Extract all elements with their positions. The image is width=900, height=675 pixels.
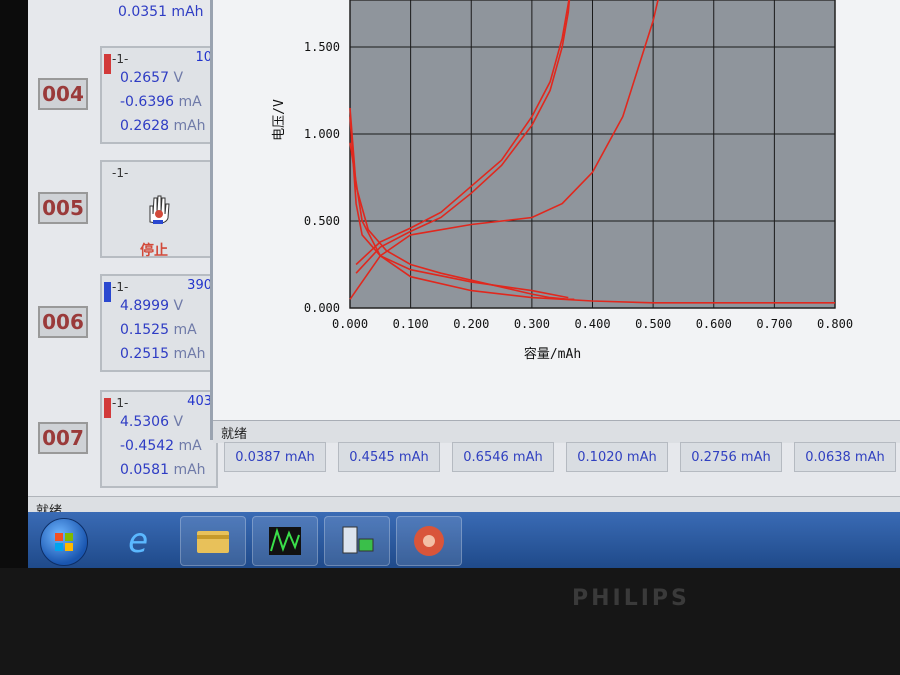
chart-app-icon[interactable] <box>252 516 318 566</box>
channel-id-007[interactable]: 007 <box>38 422 88 454</box>
screen: 0.0351 mAh 004 -1- 10 0.2657 V -0.6396 mA 0.2… <box>28 0 900 540</box>
x-tick-label: 0.100 <box>393 317 429 331</box>
reading-unit: V <box>173 298 184 314</box>
stop-status-label: 停止 <box>140 243 168 259</box>
reading-value: 0.2657 <box>120 70 169 86</box>
reading-unit: mA <box>173 322 197 338</box>
reading-value: -0.4542 <box>120 438 175 454</box>
monitor-brand-logo: PHILIPS <box>572 586 690 611</box>
reading-unit: mA <box>178 94 202 110</box>
channel-capacity-readout: 0.0387 mAh <box>224 442 326 472</box>
channel-current: -0.4542 mA <box>120 438 202 454</box>
voltage-capacity-chart: 0.000 0.100 0.200 0.300 0.400 0.500 0.600 0.700… <box>272 0 853 362</box>
taskbar: e <box>28 512 900 568</box>
channel-panel-006[interactable]: -1- 390 4.8999 V 0.1525 mA 0.2515 mAh <box>100 274 218 372</box>
reading-value: 0.2628 <box>120 118 169 134</box>
x-tick-label: 0.800 <box>817 317 853 331</box>
channel-panel-004[interactable]: -1- 10 0.2657 V -0.6396 mA 0.2628 mAh <box>100 46 218 144</box>
channel-capacity-readout: 0.4545 mAh <box>338 442 440 472</box>
channel-voltage: 4.8999 V <box>120 298 183 314</box>
network-app-icon[interactable] <box>324 516 390 566</box>
channel-title: -1- <box>112 280 129 294</box>
channel-capacity: 0.2628 mAh <box>120 118 206 134</box>
y-tick-label: 1.500 <box>304 40 340 54</box>
reading-unit: mAh <box>173 346 206 362</box>
x-tick-label: 0.200 <box>453 317 489 331</box>
x-tick-label: 0.500 <box>635 317 671 331</box>
reading-unit: V <box>173 70 184 86</box>
channel-title: -1- <box>112 166 129 180</box>
reading-unit: mA <box>178 438 202 454</box>
start-button[interactable] <box>40 518 88 566</box>
reading-value: 4.8999 <box>120 298 169 314</box>
chart-window-status-bar: 就绪 <box>213 420 900 443</box>
media-icon[interactable] <box>396 516 462 566</box>
channel-capacity: 0.2515 mAh <box>120 346 206 362</box>
reading-value: 0.0581 <box>120 462 169 478</box>
channel-current: 0.1525 mA <box>120 322 197 338</box>
channel-title: -1- <box>112 396 129 410</box>
reading-unit: V <box>173 414 184 430</box>
y-axis-label: 电压/V <box>272 99 287 141</box>
channel-capacity-readout: 0.0638 mAh <box>794 442 896 472</box>
reading-unit: mAh <box>173 462 206 478</box>
monitor-bezel-bottom <box>0 568 900 675</box>
x-tick-label: 0.000 <box>332 317 368 331</box>
channel-panel-007[interactable]: -1- 403 4.5306 V -0.4542 mA 0.0581 mAh <box>100 390 218 488</box>
channel-capacity-readout: 0.1020 mAh <box>566 442 668 472</box>
x-tick-label: 0.400 <box>574 317 610 331</box>
channel-capacity-readout: 0.6546 mAh <box>452 442 554 472</box>
ie-icon[interactable]: e <box>108 516 172 564</box>
reading-value: -0.6396 <box>120 94 175 110</box>
partial-top-value: 0.0351 mAh <box>118 4 204 20</box>
x-tick-label: 0.600 <box>696 317 732 331</box>
windows-logo-icon <box>55 533 73 551</box>
y-tick-label: 0.500 <box>304 214 340 228</box>
channel-step-number: 403 <box>187 394 212 409</box>
reading-value: 0.1525 <box>120 322 169 338</box>
reading-value: 0.2515 <box>120 346 169 362</box>
x-tick-label: 0.300 <box>514 317 550 331</box>
x-tick-label: 0.700 <box>756 317 792 331</box>
chart-window-status: 就绪 <box>221 427 248 442</box>
channel-id-005[interactable]: 005 <box>38 192 88 224</box>
reading-unit: mAh <box>173 118 206 134</box>
channel-panel-005[interactable]: -1- 停止 <box>100 160 218 259</box>
reading-value: 4.5306 <box>120 414 169 430</box>
chart-window[interactable]: 0.000 0.100 0.200 0.300 0.400 0.500 0.600 0.700… <box>210 0 900 443</box>
stop-hand-icon <box>144 194 170 224</box>
channel-voltage: 0.2657 V <box>120 70 183 86</box>
channel-id-004[interactable]: 004 <box>38 78 88 110</box>
channel-status-flag <box>104 54 111 74</box>
explorer-icon[interactable] <box>180 516 246 566</box>
channel-status-flag <box>104 398 111 418</box>
channel-capacity-readout: 0.2756 mAh <box>680 442 782 472</box>
channel-capacity: 0.0581 mAh <box>120 462 206 478</box>
channel-status-flag <box>104 282 111 302</box>
channel-title: -1- <box>112 52 129 66</box>
svg-text:e: e <box>128 521 148 560</box>
y-tick-label: 1.000 <box>304 127 340 141</box>
y-tick-label: 0.000 <box>304 301 340 315</box>
channel-id-006[interactable]: 006 <box>38 306 88 338</box>
channel-voltage: 4.5306 V <box>120 414 183 430</box>
x-axis-label: 容量/mAh <box>524 346 581 362</box>
channel-step-number: 390 <box>187 278 212 293</box>
channel-current: -0.6396 mA <box>120 94 202 110</box>
